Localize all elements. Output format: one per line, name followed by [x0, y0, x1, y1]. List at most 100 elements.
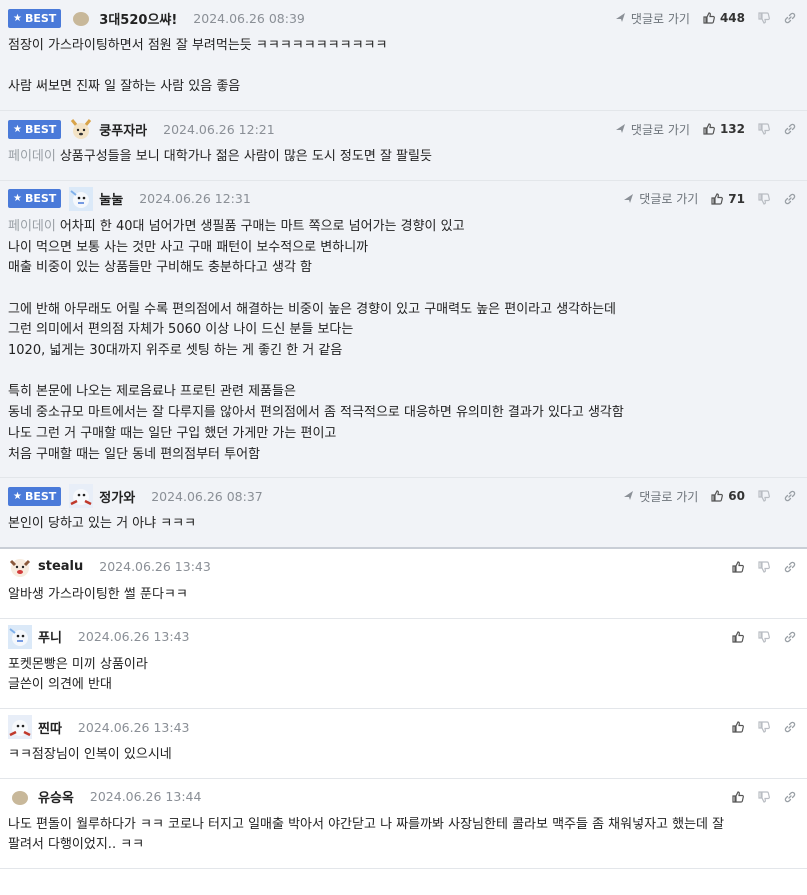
best-comment: ★ BEST 3대520으쌰! 2024.06.26 08:39 댓글로 가기 448 점장… [0, 0, 807, 112]
thumbs-down-icon[interactable] [757, 560, 771, 574]
comment-line: 페이데이 상품구성들을 보니 대학가나 젊은 사람이 많은 도시 정도면 잘 팔릴… [8, 147, 797, 168]
comment-text: 어차피 한 40대 넘어가면 생필품 구매는 마트 쪽으로 넘어가는 경향이 있… [59, 218, 465, 234]
like-button[interactable] [731, 560, 745, 574]
comment-line: 사람 써보면 진짜 일 잘하는 사람 있음 좋음 [8, 77, 797, 98]
best-badge-label: BEST [24, 11, 57, 25]
link-icon[interactable] [783, 630, 797, 644]
comment-date: 2024.06.26 12:31 [139, 191, 251, 207]
comment-text: 나이 먹으면 보통 사는 것만 사고 구매 패턴이 보수적으로 변하니까 [8, 239, 369, 255]
avatar[interactable] [69, 186, 94, 211]
avatar[interactable] [69, 484, 94, 509]
comment-text: 팔려서 다행이었지.. ㅋㅋ [8, 837, 145, 853]
comment-text: 알바생 가스라이팅한 썰 푼다ㅋㅋ [8, 586, 188, 602]
like-button[interactable] [731, 720, 745, 734]
go-to-reply-label: 댓글로 가기 [630, 122, 690, 137]
avatar[interactable] [69, 117, 93, 141]
go-to-reply-link[interactable]: 댓글로 가기 [614, 121, 690, 138]
comment-body: 알바생 가스라이팅한 썰 푼다ㅋㅋ [8, 585, 797, 618]
avatar[interactable] [8, 624, 32, 649]
comment-date: 2024.06.26 13:43 [99, 559, 211, 575]
comment-body: ㅋㅋ점장님이 인복이 있으시네 [8, 745, 797, 778]
go-to-reply-link[interactable]: 댓글로 가기 [622, 190, 698, 207]
thumbs-down-icon[interactable] [757, 192, 771, 206]
reply-arrow-icon [614, 122, 628, 136]
comment-line: 동네 중소규모 마트에서는 잘 다루지를 않아서 편의점에서 좀 적극적으로 대… [8, 403, 797, 424]
comment-text: 그에 반해 아무래도 어릴 수록 편의점에서 해결하는 비중이 높은 경향이 있… [8, 301, 617, 317]
star-icon: ★ [13, 123, 22, 135]
quoted-author[interactable]: 페이데이 [8, 219, 56, 234]
thumbs-down-icon[interactable] [757, 720, 771, 734]
link-icon[interactable] [783, 560, 797, 574]
comment-actions [731, 630, 797, 644]
comment-header: 푸니 2024.06.26 13:43 [8, 619, 797, 655]
thumbs-down-icon[interactable] [757, 630, 771, 644]
thumbs-up-icon [731, 720, 745, 734]
link-icon[interactable] [783, 790, 797, 804]
like-button[interactable]: 448 [702, 11, 745, 25]
thumbs-down-icon[interactable] [757, 790, 771, 804]
comment-body: 본인이 당하고 있는 거 아냐 ㅋㅋㅋ [8, 514, 797, 547]
comment-date: 2024.06.26 13:43 [77, 629, 190, 645]
thumbs-up-icon [731, 560, 745, 574]
link-icon[interactable] [783, 192, 797, 206]
link-icon[interactable] [783, 489, 797, 503]
go-to-reply-link[interactable]: 댓글로 가기 [614, 10, 690, 27]
reply-arrow-icon [622, 192, 636, 206]
author-nickname[interactable]: 푸니 [38, 627, 62, 646]
author-nickname[interactable]: 정가와 [99, 487, 135, 506]
comment-text: 사람 써보면 진짜 일 잘하는 사람 있음 좋음 [8, 79, 241, 95]
thumbs-down-icon[interactable] [757, 489, 771, 503]
like-button[interactable]: 71 [710, 192, 745, 206]
best-comment: ★ BEST 눌눌 2024.06.26 12:31 댓글로 가기 71 페이데이 어차피 한… [0, 180, 807, 479]
author-nickname[interactable]: 쿵푸자라 [99, 120, 147, 139]
author-nickname[interactable]: 3대520으쌰! [99, 9, 177, 28]
like-button[interactable] [731, 630, 745, 644]
star-icon: ★ [13, 490, 22, 502]
best-badge-label: BEST [24, 489, 57, 503]
author-nickname[interactable]: 찐따 [38, 718, 62, 737]
thumbs-down-icon[interactable] [757, 122, 771, 136]
comment-text: 글쓴이 의견에 반대 [8, 677, 112, 693]
comment-text: 1020, 넓게는 30대까지 위주로 셋팅 하는 게 좋긴 한 거 같음 [8, 343, 343, 358]
go-to-reply-link[interactable]: 댓글로 가기 [622, 488, 698, 505]
thumbs-up-icon [702, 122, 716, 136]
best-badge: ★ BEST [8, 189, 62, 209]
quoted-author[interactable]: 페이데이 [8, 149, 56, 164]
link-icon[interactable] [783, 122, 797, 136]
avatar[interactable] [69, 6, 93, 30]
like-count: 60 [728, 489, 745, 504]
author-nickname[interactable]: 유승옥 [38, 787, 74, 806]
link-icon[interactable] [783, 720, 797, 734]
link-icon[interactable] [783, 11, 797, 25]
comment-text: 나도 편돌이 월루하다가 ㅋㅋ 코로나 터지고 일매출 박아서 야간닫고 나 짜… [8, 816, 725, 832]
author-nickname[interactable]: 눌눌 [99, 189, 123, 208]
like-count: 132 [719, 122, 745, 137]
comment-body: 나도 편돌이 월루하다가 ㅋㅋ 코로나 터지고 일매출 박아서 야간닫고 나 짜… [8, 815, 797, 868]
like-button[interactable]: 60 [710, 489, 745, 503]
avatar[interactable] [8, 555, 32, 579]
comment-line: 팔려서 다행이었지.. ㅋㅋ [8, 835, 797, 856]
like-button[interactable] [731, 790, 745, 804]
go-to-reply-label: 댓글로 가기 [630, 11, 690, 26]
thumbs-down-icon[interactable] [757, 11, 771, 25]
comment-line: 그에 반해 아무래도 어릴 수록 편의점에서 해결하는 비중이 높은 경향이 있… [8, 300, 797, 321]
best-badge: ★ BEST [8, 486, 62, 506]
avatar[interactable] [8, 785, 32, 809]
comment-text: 처음 구매할 때는 일단 동네 편의점부터 투어함 [8, 446, 261, 462]
comment-actions [731, 790, 797, 804]
comment-date: 2024.06.26 13:43 [77, 719, 190, 735]
avatar[interactable] [8, 715, 32, 740]
best-badge: ★ BEST [8, 119, 62, 139]
star-icon: ★ [13, 12, 22, 24]
thumbs-up-icon [731, 790, 745, 804]
comment-line: 1020, 넓게는 30대까지 위주로 셋팅 하는 게 좋긴 한 거 같음 [8, 341, 797, 362]
like-button[interactable]: 132 [702, 122, 745, 136]
thumbs-up-icon [710, 489, 724, 503]
comment-line: 나도 그런 거 구매할 때는 일단 구입 했던 가게만 가는 편이고 [8, 424, 797, 445]
comment-line: 특히 본문에 나오는 제로음료나 프로틴 관련 제품들은 [8, 382, 797, 403]
comment: 유승옥 2024.06.26 13:44 나도 편돌이 월루하다가 ㅋㅋ 코로나 터… [0, 779, 807, 870]
comment-body: 페이데이 어차피 한 40대 넘어가면 생필품 구매는 마트 쪽으로 넘어가는 경… [8, 217, 797, 477]
author-nickname[interactable]: stealu [38, 559, 83, 574]
comment-line [8, 279, 797, 300]
comment-header: ★ BEST 정가와 2024.06.26 08:37 댓글로 가기 60 [8, 478, 797, 514]
